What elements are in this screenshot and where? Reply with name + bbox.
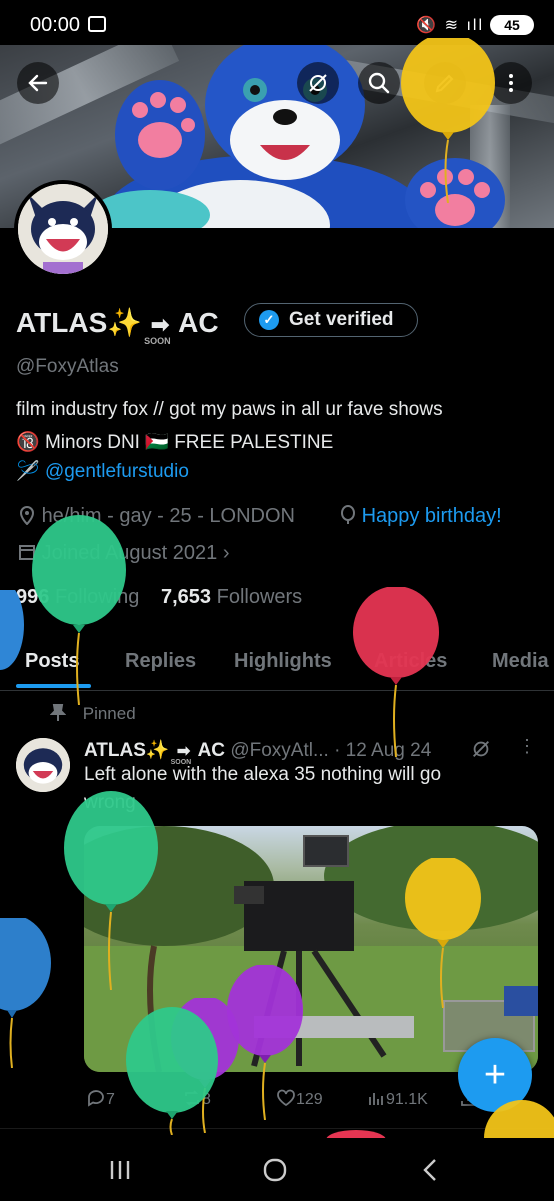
repost-button[interactable]: 8 [182, 1088, 211, 1109]
followers-label: Followers [216, 586, 303, 608]
like-button[interactable]: 129 [276, 1088, 323, 1109]
tweet-more-button[interactable]: ⋮ [518, 736, 536, 757]
tweet-soon-arrow: ➡ SOON [170, 741, 198, 766]
tweet-date: · 12 Aug 24 [334, 740, 432, 761]
display-name: ATLAS✨ ➡ SOON AC [16, 306, 219, 346]
bio-line-1: film industry fox // got my paws in all … [16, 399, 443, 420]
location-pin-icon [19, 506, 35, 526]
like-count: 129 [296, 1091, 323, 1108]
needle-icon: 🪡 [16, 461, 40, 482]
tweet-text-line-2: wrong [84, 792, 136, 813]
battery-indicator: 45 [490, 15, 534, 35]
joined-item[interactable]: Joined August 2021 › [18, 542, 230, 565]
bell-off-icon [473, 741, 489, 757]
tweet-header: ATLAS✨ ➡ SOON AC @FoxyAtl... · 12 Aug 24 [84, 738, 432, 766]
back-button[interactable] [17, 62, 59, 104]
back-nav-icon[interactable] [420, 1158, 440, 1182]
tweet-author-part2: AC [197, 740, 226, 761]
joined-text: Joined August 2021 [41, 542, 218, 564]
tweet-author[interactable]: ATLAS✨ ➡ SOON AC [84, 740, 226, 766]
tab-replies[interactable]: Replies [125, 650, 196, 673]
status-icons: 🔇 ≋ ıll [416, 17, 484, 34]
arrow-emoji: ➡ [150, 312, 170, 337]
get-verified-button[interactable]: ✓ Get verified [244, 303, 418, 337]
heart-icon [277, 1089, 295, 1107]
verified-badge-icon: ✓ [259, 310, 279, 330]
bio-minors-text: Minors DNI [39, 432, 146, 453]
tab-articles[interactable]: Articles [374, 650, 447, 673]
more-button[interactable] [490, 62, 532, 104]
pinned-text: Pinned [82, 704, 136, 723]
reply-button[interactable]: 7 [86, 1088, 115, 1109]
more-vertical-icon [509, 74, 513, 92]
palestine-flag-icon: 🇵🇸 [145, 432, 169, 453]
reply-count: 7 [106, 1091, 115, 1108]
status-time: 00:00 [30, 14, 81, 36]
compose-fab-button[interactable]: + [458, 1038, 532, 1112]
location-text: he/him - gay - 25 - LONDON [41, 505, 295, 527]
recent-apps-icon[interactable] [108, 1159, 132, 1181]
tab-posts[interactable]: Posts [25, 650, 79, 673]
following-count: 996 [16, 586, 50, 608]
tweet-handle: @FoxyAtl... [230, 740, 329, 761]
display-name-part1: ATLAS✨ [16, 307, 143, 338]
birthday-item: Happy birthday! [340, 505, 502, 528]
tweet-avatar-image [16, 738, 70, 792]
tweet-avatar[interactable] [16, 738, 70, 792]
bio-line-2: 🔞 Minors DNI 🇵🇸 FREE PALESTINE [16, 430, 333, 454]
followers-count: 7,653 [160, 586, 212, 608]
views-icon [369, 1093, 383, 1105]
screen-record-icon [88, 16, 106, 32]
location-item: he/him - gay - 25 - LONDON [18, 505, 295, 528]
studio-link[interactable]: @gentlefurstudio [45, 461, 189, 482]
tweet-author-part1: ATLAS✨ [84, 740, 170, 761]
edit-button[interactable] [424, 62, 466, 104]
tab-highlights[interactable]: Highlights [234, 650, 332, 673]
bio-palestine-text: FREE PALESTINE [168, 432, 334, 453]
no-minors-icon: 🔞 [16, 432, 40, 453]
soon-arrow-emoji: ➡ SOON [142, 312, 178, 346]
following-label: Following [54, 586, 140, 608]
tweet-media-image[interactable] [84, 826, 538, 1072]
system-nav-bar [0, 1128, 554, 1201]
tab-media[interactable]: Media [492, 650, 549, 673]
reply-icon [88, 1090, 104, 1107]
following-link[interactable]: 996 Following [16, 586, 139, 608]
camera-rig-photo [84, 826, 538, 1072]
repost-icon [185, 1090, 199, 1106]
get-verified-label: Get verified [289, 309, 394, 330]
birthday-text[interactable]: Happy birthday! [362, 505, 502, 527]
pinned-label: Pinned [49, 704, 136, 724]
avatar-fox-image [18, 184, 108, 274]
home-icon[interactable] [262, 1158, 288, 1182]
search-icon [368, 72, 390, 94]
tweet-text-line-1: Left alone with the alexa 35 nothing wil… [84, 764, 442, 785]
display-name-part2: AC [178, 307, 219, 338]
bio-line-3: 🪡 @gentlefurstudio [16, 459, 189, 483]
paw-image [405, 158, 505, 228]
profile-handle: @FoxyAtlas [16, 356, 119, 377]
tweet-arrow-emoji: ➡ [176, 743, 191, 760]
soon-label: SOON [144, 336, 171, 346]
pin-icon [49, 704, 67, 721]
notifications-off-button[interactable] [297, 62, 339, 104]
repost-count: 8 [202, 1091, 211, 1108]
balloon-icon [341, 505, 355, 524]
pencil-icon [435, 74, 454, 93]
views-button[interactable]: 91.1K [366, 1088, 428, 1109]
profile-avatar[interactable] [14, 180, 112, 278]
bell-off-icon [309, 74, 327, 92]
blue-balloon-decoration [0, 918, 51, 1068]
view-count: 91.1K [386, 1091, 428, 1108]
followers-link[interactable]: 7,653 Followers [161, 586, 302, 608]
search-button[interactable] [358, 62, 400, 104]
active-tab-indicator [16, 684, 91, 688]
status-bar: 00:00 🔇 ≋ ıll 45 [0, 0, 554, 48]
arrow-left-icon [28, 74, 48, 92]
calendar-icon [19, 545, 35, 560]
follow-stats: 996 Following 7,653 Followers [16, 586, 302, 609]
chevron-right-icon: › [222, 542, 230, 564]
